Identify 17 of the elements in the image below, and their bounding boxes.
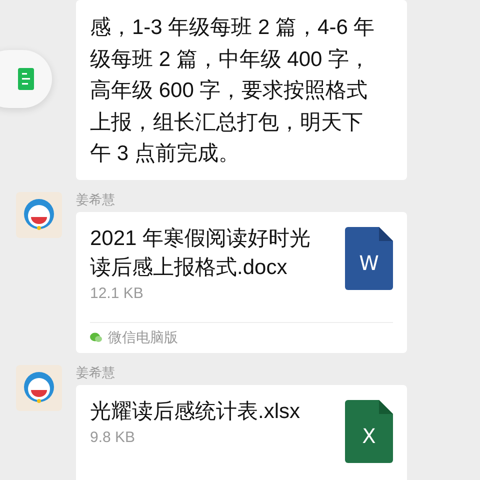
sender-name: 姜希慧: [76, 192, 116, 208]
floating-window-button[interactable]: [0, 50, 52, 108]
document-icon: W: [345, 226, 393, 290]
document-icon: [18, 68, 34, 90]
message-text: 感，1-3 年级每班 2 篇，4-6 年级每班 2 篇，中年级 400 字，高年级 600 字，要求按照格式上报，组长汇总打包，明天下午 3 点前完成。: [76, 0, 407, 180]
file-card[interactable]: 2021 年寒假阅读好时光读后感上报格式.docx 12.1 KB W 微信电脑版: [76, 212, 407, 352]
file-name: 2021 年寒假阅读好时光读后感上报格式.docx: [90, 226, 312, 280]
avatar-drawing[interactable]: [16, 364, 62, 410]
file-size: 12.1 KB: [90, 284, 144, 304]
file-card[interactable]: 光耀读后感统计表.xlsx 9.8 KB X: [76, 384, 407, 480]
sender-name: 姜希慧: [76, 364, 116, 380]
file-size: 9.8 KB: [90, 428, 136, 448]
document-icon: X: [345, 400, 393, 462]
file-name: 光耀读后感统计表.xlsx: [90, 398, 301, 424]
avatar-drawing[interactable]: [16, 192, 62, 238]
source-label: 微信电脑版: [108, 328, 178, 346]
chat-app-icon: [90, 332, 102, 343]
